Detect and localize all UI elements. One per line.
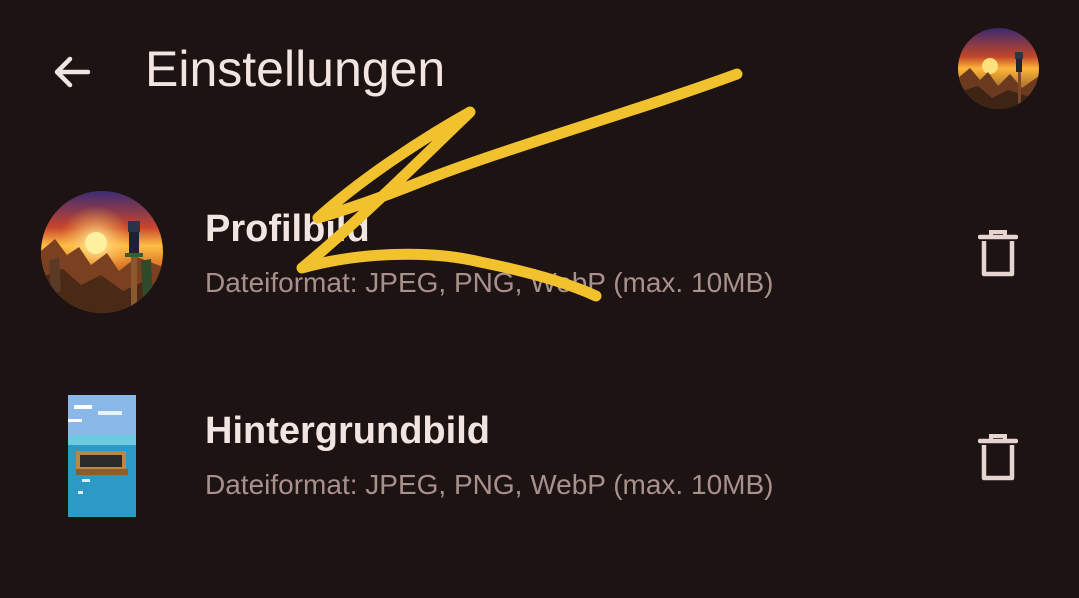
app-bar: Einstellungen — [0, 0, 1079, 138]
account-avatar[interactable] — [958, 28, 1039, 109]
profile-picture-thumbnail — [41, 191, 163, 313]
setting-title: Hintergrundbild — [205, 410, 490, 452]
background-picture-thumbnail — [68, 395, 136, 517]
background-picture-image — [68, 395, 136, 517]
trash-icon — [978, 434, 1018, 481]
profile-picture-image — [41, 191, 163, 313]
setting-item-profile-picture[interactable]: Profilbild Dateiformat: JPEG, PNG, WebP … — [0, 178, 1079, 328]
avatar-image — [958, 28, 1039, 109]
setting-subtitle: Dateiformat: JPEG, PNG, WebP (max. 10MB) — [205, 267, 774, 298]
arrow-back-icon — [54, 56, 91, 88]
delete-background-picture-button[interactable] — [968, 428, 1028, 488]
setting-subtitle: Dateiformat: JPEG, PNG, WebP (max. 10MB) — [205, 469, 774, 500]
delete-profile-picture-button[interactable] — [968, 224, 1028, 284]
setting-title: Profilbild — [205, 208, 370, 250]
back-button[interactable] — [44, 44, 100, 100]
page-title: Einstellungen — [145, 41, 446, 97]
setting-item-background-picture[interactable]: Hintergrundbild Dateiformat: JPEG, PNG, … — [0, 380, 1079, 530]
trash-icon — [978, 230, 1018, 277]
